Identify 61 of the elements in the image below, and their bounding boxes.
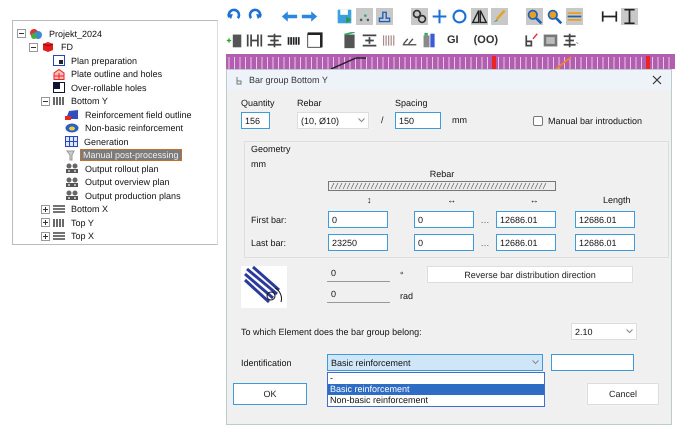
tree-item[interactable]: Output production plans	[82, 190, 184, 202]
dropdown[interactable]: Basic reinforcement	[327, 354, 543, 371]
separator-label: …	[480, 238, 490, 248]
tree-item[interactable]: Top X	[68, 230, 98, 242]
input-field[interactable]: 0	[327, 289, 390, 303]
column-header: Length	[602, 195, 631, 205]
input-field[interactable]: 0	[414, 211, 474, 228]
tree-item[interactable]: Top Y	[68, 216, 97, 229]
unit-label: mm	[452, 114, 467, 127]
tree-item[interactable]: Output rollout plan	[82, 162, 162, 175]
tree-item[interactable]: FD	[58, 41, 76, 54]
input-field[interactable]: 12686.01	[575, 211, 635, 228]
field-label: Rebar	[297, 98, 323, 108]
separator-label: …	[480, 214, 490, 224]
tree-item[interactable]: Plate outline and holes	[68, 68, 166, 80]
tree-item[interactable]: Generation	[81, 136, 132, 148]
input-field[interactable]: 0	[414, 234, 474, 251]
input-field[interactable]: 12686.01	[496, 211, 556, 228]
ok-button[interactable]: OK	[233, 383, 307, 405]
reverse-button[interactable]: Reverse bar distribution direction	[427, 266, 633, 283]
input-field[interactable]: 150	[395, 112, 441, 129]
input-field[interactable]: 23250	[328, 234, 388, 251]
dropdown-option[interactable]: -	[328, 373, 544, 384]
row-label: First bar:	[251, 214, 288, 224]
toolbar-label[interactable]: (OO)	[468, 34, 504, 46]
row-label: Last bar:	[251, 238, 288, 248]
tree-item[interactable]: Bottom X	[68, 203, 112, 216]
dropdown-option[interactable]: Basic reinforcement	[328, 384, 544, 395]
toolbar-label[interactable]: GI	[441, 34, 465, 46]
input-field[interactable]: 0	[328, 211, 388, 228]
tree-item[interactable]: Reinforcement field outline	[82, 108, 195, 121]
column-header: ↔	[530, 195, 539, 205]
tree-item[interactable]: Bottom Y	[68, 95, 111, 108]
input-field[interactable]: 0	[327, 268, 390, 282]
dropdown-option[interactable]: Non-basic reinforcement	[328, 395, 544, 406]
input-field[interactable]: 156	[241, 112, 270, 129]
field-label: Spacing	[395, 98, 429, 108]
cancel-button[interactable]: Cancel	[587, 383, 659, 405]
tree-item[interactable]: Non-basic reinforcement	[82, 122, 186, 134]
identification-label: Identification	[241, 358, 293, 368]
element-label: To which Element does the bar group belong:	[241, 326, 422, 336]
unit-label: °	[399, 270, 405, 280]
input-field[interactable]: 12686.01	[575, 234, 635, 251]
rebar-label: Rebar	[430, 169, 454, 179]
divider-label: /	[381, 114, 385, 127]
dropdown[interactable]: (10, Ø10)	[297, 112, 369, 129]
field-label: Quantity	[241, 98, 276, 108]
tree-item[interactable]: Output overview plan	[82, 176, 173, 188]
tree-item[interactable]: Plan preparation	[68, 54, 140, 67]
tree-item[interactable]: Manual post-processing	[80, 149, 182, 162]
unit-label: mm	[251, 159, 267, 169]
column-header: ↕	[367, 195, 372, 205]
dialog-title: Bar group Bottom Y	[249, 75, 329, 85]
dropdown[interactable]: 2.10	[571, 323, 637, 340]
group-title: Geometry	[251, 144, 292, 154]
tree-item[interactable]: Projekt_2024	[46, 28, 106, 40]
column-header: ↔	[447, 195, 456, 205]
unit-label: rad	[399, 291, 414, 301]
input-field[interactable]: 12686.01	[496, 234, 556, 251]
tree-item[interactable]: Over-rollable holes	[68, 82, 150, 94]
checkbox-label: Manual bar introduction	[548, 116, 642, 126]
